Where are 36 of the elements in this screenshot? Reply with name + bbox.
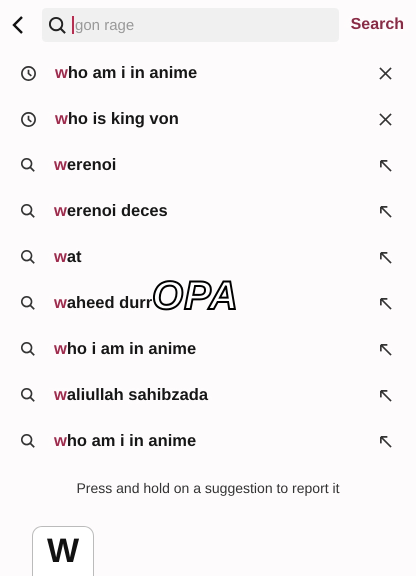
suggestion-text[interactable]: who i am in anime — [54, 340, 196, 358]
suggestion-text[interactable]: werenoi — [54, 156, 116, 174]
arrow-icon[interactable] — [379, 388, 392, 402]
keyboard-key[interactable]: W — [32, 526, 94, 576]
search-icon — [20, 249, 36, 265]
suggestion-text[interactable]: waliullah sahibzada — [54, 386, 208, 404]
text-cursor — [72, 16, 74, 34]
search-icon — [20, 341, 36, 357]
search-bar[interactable]: gon rage — [42, 8, 339, 42]
overlay-caption: OPA — [152, 276, 239, 316]
arrow-icon[interactable] — [379, 158, 392, 172]
search-icon — [20, 157, 36, 173]
close-icon[interactable] — [379, 66, 392, 80]
suggestion-text[interactable]: waheed durr — [54, 294, 152, 312]
search-icon — [20, 203, 36, 219]
back-icon[interactable] — [12, 15, 24, 35]
hint-text: Press and hold on a suggestion to report it — [75, 480, 341, 496]
clock-icon — [20, 64, 37, 82]
search-icon — [48, 16, 67, 34]
close-icon[interactable] — [379, 112, 392, 126]
arrow-icon[interactable] — [379, 204, 392, 218]
arrow-icon[interactable] — [379, 296, 392, 310]
search-icon — [20, 387, 36, 403]
arrow-icon[interactable] — [379, 434, 392, 448]
arrow-icon[interactable] — [379, 250, 392, 264]
search-button[interactable]: Search — [350, 12, 404, 38]
clock-icon — [20, 110, 37, 128]
suggestion-text[interactable]: who am i in anime — [55, 64, 198, 82]
search-icon — [20, 295, 36, 311]
suggestion-text[interactable]: who am i in anime — [54, 432, 196, 450]
arrow-icon[interactable] — [379, 342, 392, 356]
suggestion-text[interactable]: who is king von — [55, 110, 179, 128]
suggestion-text[interactable]: wat — [54, 248, 82, 266]
search-field[interactable]: gon rage — [74, 16, 275, 34]
suggestion-text[interactable]: werenoi deces — [54, 202, 168, 220]
search-icon — [20, 433, 36, 449]
